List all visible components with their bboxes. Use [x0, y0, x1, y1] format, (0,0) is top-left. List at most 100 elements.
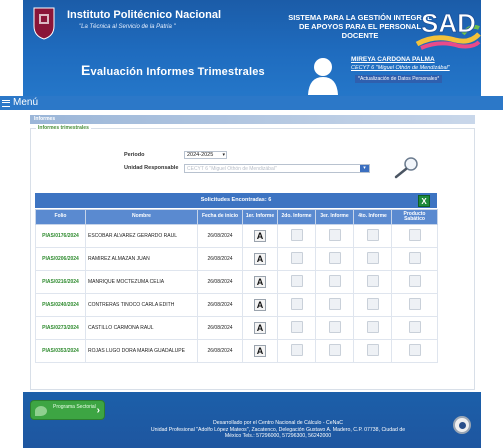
- informe-a-button[interactable]: A: [254, 230, 266, 242]
- informe-disabled-button: [290, 229, 303, 241]
- informe-a-button[interactable]: A: [254, 345, 266, 357]
- informe-a-button[interactable]: A: [254, 276, 266, 288]
- app-title-initial: E: [81, 62, 91, 78]
- menu-button[interactable]: Menú: [2, 96, 38, 110]
- nombre-cell: CASTILLO CARMONA RAUL: [85, 316, 198, 340]
- periodo-label: Periodo: [124, 152, 145, 158]
- hamburger-icon: [2, 99, 10, 107]
- results-caption: Solicitudes Encontradas: 6 X: [35, 193, 437, 208]
- user-avatar-icon: [308, 58, 338, 95]
- informe-a-button[interactable]: A: [254, 253, 266, 265]
- informe-disabled-button: [328, 344, 341, 356]
- header: Instituto Politécnico Nacional "La Técni…: [23, 0, 481, 98]
- nombre-cell: ESCOBAR ALVAREZ GERARDO RAUL: [85, 224, 198, 248]
- producto-disabled-button: [408, 321, 421, 333]
- table-row: PIAS/0273/2024 CASTILLO CARMONA RAUL 26/…: [35, 316, 438, 340]
- producto-disabled-button: [408, 252, 421, 264]
- informe-a-button[interactable]: A: [254, 299, 266, 311]
- folio-cell: PIAS/0176/2024: [35, 224, 86, 248]
- periodo-value: 2024-2025: [187, 152, 214, 158]
- informe-disabled-button: [328, 298, 341, 310]
- sad-logo-text: SAD: [421, 8, 476, 38]
- producto-disabled-button: [408, 298, 421, 310]
- folio-cell: PIAS/0240/2024: [35, 293, 86, 317]
- update-personal-data-link[interactable]: *Actualización de Datos Personales*: [355, 75, 443, 83]
- institution-motto: "La Técnica al Servicio de la Patria ": [79, 24, 176, 30]
- unidad-responsable-select[interactable]: CECYT 6 "Miguel Othón de Mendizábal" ▾: [184, 164, 370, 173]
- folio-cell: PIAS/0206/2024: [35, 247, 86, 271]
- informe-disabled-button: [366, 275, 379, 287]
- footer: Programa Sectorial › Desarrollado por el…: [23, 392, 481, 448]
- fecha-cell: 26/08/2024: [197, 224, 243, 248]
- menu-label: Menú: [13, 97, 39, 108]
- informe-disabled-button: [328, 229, 341, 241]
- producto-disabled-button: [408, 275, 421, 287]
- unidad-value: CECYT 6 "Miguel Othón de Mendizábal": [187, 166, 277, 172]
- fecha-cell: 26/08/2024: [197, 316, 243, 340]
- folio-cell: PIAS/0216/2024: [35, 270, 86, 294]
- page: Instituto Politécnico Nacional "La Técni…: [0, 0, 503, 448]
- unidad-label: Unidad Responsable: [124, 165, 179, 171]
- main-content: Informes Informes trimestrales Periodo 2…: [23, 112, 481, 390]
- fieldset-legend: Informes trimestrales: [36, 125, 91, 131]
- col-header: 2do. Informe: [277, 209, 316, 225]
- informe-disabled-button: [290, 275, 303, 287]
- informe-disabled-button: [366, 252, 379, 264]
- table-row: PIAS/0353/2024 ROJAS LUGO DORA MARIA GUA…: [35, 339, 438, 363]
- badge-text: Programa Sectorial: [53, 404, 96, 410]
- chevron-down-icon: ▾: [222, 152, 225, 158]
- nombre-cell: ROJAS LUGO DORA MARIA GUADALUPE: [85, 339, 198, 363]
- informe-disabled-button: [366, 321, 379, 333]
- informe-disabled-button: [290, 344, 303, 356]
- col-header: Fecha de inicio: [197, 209, 243, 225]
- results-table: Folio Nombre Fecha de inicio 1er. Inform…: [35, 209, 438, 363]
- fecha-cell: 26/08/2024: [197, 247, 243, 271]
- app-title-rest: valuación Informes Trimestrales: [90, 66, 265, 78]
- fecha-cell: 26/08/2024: [197, 339, 243, 363]
- fecha-cell: 26/08/2024: [197, 270, 243, 294]
- programa-sectorial-badge[interactable]: Programa Sectorial ›: [30, 400, 105, 420]
- table-row: PIAS/0176/2024 ESCOBAR ALVAREZ GERARDO R…: [35, 224, 438, 248]
- chevron-right-icon: ›: [96, 405, 100, 416]
- col-header: 4to. Informe: [353, 209, 392, 225]
- user-school[interactable]: CECYT 6 "Miguel Othón de Mendizábal": [351, 65, 450, 71]
- institution-name: Instituto Politécnico Nacional: [67, 9, 222, 21]
- folio-cell: PIAS/0353/2024: [35, 339, 86, 363]
- informe-a-button[interactable]: A: [254, 322, 266, 334]
- producto-disabled-button: [408, 229, 421, 241]
- user-name[interactable]: MIREYA CARDONA PALMA: [351, 56, 435, 63]
- table-row: PIAS/0206/2024 RAMIREZ ALMAZAN JUAN 26/0…: [35, 247, 438, 271]
- footer-text: Desarrollado por el Centro Nacional de C…: [113, 420, 443, 440]
- table-row: PIAS/0216/2024 MANRIQUE MOCTEZUMA CELIA …: [35, 270, 438, 294]
- menu-bar: Menú: [0, 96, 503, 110]
- fecha-cell: 26/08/2024: [197, 293, 243, 317]
- informe-disabled-button: [328, 321, 341, 333]
- informe-disabled-button: [290, 298, 303, 310]
- app-title: Evaluación Informes Trimestrales: [81, 62, 265, 78]
- informe-disabled-button: [366, 298, 379, 310]
- col-header: Producto Sabático: [391, 209, 438, 225]
- ipn-logo-icon: [33, 7, 55, 40]
- informe-disabled-button: [366, 229, 379, 241]
- table-row: PIAS/0240/2024 CONTRERAS TINOCO CARLA ED…: [35, 293, 438, 317]
- informe-disabled-button: [328, 275, 341, 287]
- excel-export-icon[interactable]: X: [418, 195, 430, 207]
- system-title: SISTEMA PARA LA GESTIÓN INTEGRAL DE APOY…: [288, 13, 432, 40]
- col-header: 3er. Informe: [315, 209, 354, 225]
- cenac-logo-icon: [453, 416, 471, 434]
- periodo-select[interactable]: 2024-2025 ▾: [184, 151, 227, 159]
- search-icon[interactable]: [393, 155, 421, 179]
- table-header-row: Folio Nombre Fecha de inicio 1er. Inform…: [35, 209, 438, 225]
- col-header: Folio: [35, 209, 86, 225]
- nombre-cell: RAMIREZ ALMAZAN JUAN: [85, 247, 198, 271]
- col-header: 1er. Informe: [242, 209, 278, 225]
- sad-logo-icon: SAD: [415, 8, 481, 50]
- producto-disabled-button: [408, 344, 421, 356]
- informe-disabled-button: [290, 321, 303, 333]
- folio-cell: PIAS/0273/2024: [35, 316, 86, 340]
- chevron-down-icon: ▾: [360, 165, 369, 172]
- informe-disabled-button: [328, 252, 341, 264]
- informe-disabled-button: [366, 344, 379, 356]
- informe-disabled-button: [290, 252, 303, 264]
- nombre-cell: MANRIQUE MOCTEZUMA CELIA: [85, 270, 198, 294]
